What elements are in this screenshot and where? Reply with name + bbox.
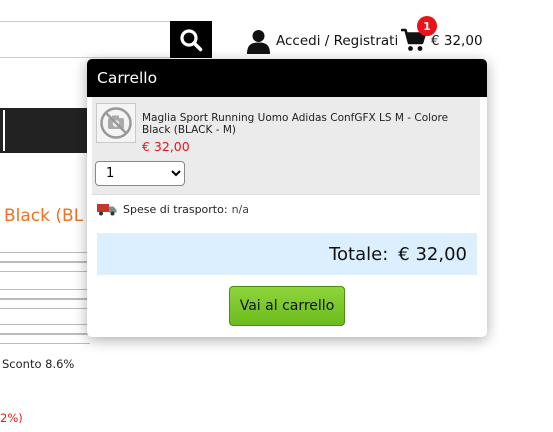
search-icon bbox=[180, 28, 203, 51]
form-field bbox=[0, 324, 90, 334]
product-title: Black (BL bbox=[4, 206, 84, 226]
cart-dropdown-title: Carrello bbox=[87, 59, 487, 97]
cart-total-header: € 32,00 bbox=[431, 33, 483, 49]
go-to-cart-button[interactable]: Vai al carrello bbox=[229, 286, 345, 326]
form-field bbox=[0, 252, 90, 262]
main-nav-bar bbox=[0, 108, 90, 153]
no-image-icon bbox=[100, 107, 132, 139]
cart-dropdown: Carrello Maglia Sport Running Uomo Adida… bbox=[87, 59, 487, 337]
form-field bbox=[0, 289, 90, 299]
shipping-label: Spese di trasporto: bbox=[123, 203, 228, 216]
user-icon bbox=[247, 29, 270, 54]
nav-divider bbox=[3, 110, 5, 151]
cart-item-name[interactable]: Maglia Sport Running Uomo Adidas ConfGFX… bbox=[142, 112, 467, 136]
form-field bbox=[0, 334, 90, 344]
total-label: Totale: bbox=[329, 243, 389, 265]
form-field bbox=[0, 299, 90, 309]
cart-item-price: € 32,00 bbox=[142, 139, 190, 154]
truck-icon bbox=[97, 204, 117, 216]
account-link[interactable]: Accedi / Registrati bbox=[247, 28, 398, 54]
discount-text: Sconto 8.6% bbox=[2, 357, 75, 371]
shipping-value: n/a bbox=[231, 203, 249, 216]
quantity-select[interactable]: 1 bbox=[95, 161, 185, 186]
account-label: Accedi / Registrati bbox=[276, 33, 399, 49]
header-cart[interactable]: 1 € 32,00 bbox=[401, 16, 483, 58]
cart-total-box: Totale: € 32,00 bbox=[97, 233, 477, 275]
search-button[interactable] bbox=[170, 21, 212, 58]
search-input[interactable] bbox=[0, 21, 170, 58]
discount-percent: 2%) bbox=[0, 411, 23, 425]
shipping-info: Spese di trasporto: n/a bbox=[97, 203, 249, 216]
product-thumbnail[interactable] bbox=[96, 103, 136, 143]
form-field bbox=[0, 262, 90, 272]
total-amount: € 32,00 bbox=[398, 243, 467, 265]
cart-item: Maglia Sport Running Uomo Adidas ConfGFX… bbox=[92, 97, 480, 194]
divider bbox=[92, 194, 480, 195]
